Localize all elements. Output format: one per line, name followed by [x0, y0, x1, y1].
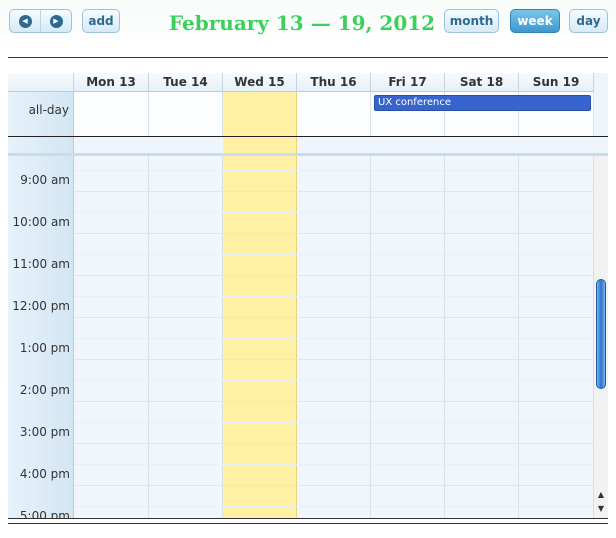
half-hour-line [74, 170, 594, 171]
event-ux-conference[interactable]: UX conference [374, 95, 591, 111]
time-label: 11:00 am [12, 257, 70, 271]
all-day-cell[interactable] [297, 92, 371, 136]
vertical-scrollbar[interactable]: ▲ ▼ [593, 156, 608, 518]
half-hour-line [74, 296, 594, 297]
time-label: 2:00 pm [19, 383, 70, 397]
scrollbar-thumb[interactable] [596, 279, 606, 389]
half-hour-line [74, 212, 594, 213]
divider-top [8, 57, 608, 58]
hour-line [74, 485, 594, 486]
time-label: 10:00 am [12, 215, 70, 229]
all-day-label: all-day [28, 103, 69, 117]
scroll-up-icon[interactable]: ▲ [594, 488, 608, 502]
day-view-button[interactable]: day [569, 9, 608, 33]
all-day-cell-today[interactable] [223, 92, 297, 136]
divider-bottom-2 [8, 523, 608, 524]
day-header: Mon 13 [74, 73, 149, 92]
day-header: Wed 15 [223, 73, 297, 92]
time-label: 5:00 pm [19, 509, 70, 518]
month-view-button[interactable]: month [444, 9, 499, 33]
week-view-button[interactable]: week [510, 9, 560, 33]
hour-line [74, 233, 594, 234]
half-hour-line [74, 338, 594, 339]
day-header: Thu 16 [297, 73, 371, 92]
hour-line [74, 275, 594, 276]
day-header: Sat 18 [445, 73, 519, 92]
prev-arrow-icon: ◀ [18, 14, 32, 28]
all-day-cell[interactable] [74, 92, 149, 136]
hour-line [74, 401, 594, 402]
half-hour-line [74, 380, 594, 381]
divider-all-day [8, 136, 608, 137]
time-label: 1:00 pm [19, 341, 70, 355]
half-hour-line [74, 422, 594, 423]
time-axis [8, 156, 74, 518]
hour-line [74, 359, 594, 360]
axis-header [8, 73, 74, 92]
hour-line [74, 443, 594, 444]
date-range-title: February 13 — 19, 2012 [168, 11, 436, 35]
hour-line [74, 191, 594, 192]
day-header: Tue 14 [149, 73, 223, 92]
day-header: Sun 19 [519, 73, 594, 92]
hour-line [74, 317, 594, 318]
time-label: 9:00 am [20, 173, 70, 187]
time-label: 3:00 pm [19, 425, 70, 439]
half-hour-line [74, 506, 594, 507]
prev-week-button[interactable]: ◀ [10, 10, 40, 32]
scroll-down-icon[interactable]: ▼ [594, 502, 608, 516]
spacer-today [223, 137, 297, 154]
next-week-button[interactable]: ▶ [40, 10, 71, 32]
add-button[interactable]: add [82, 9, 120, 33]
half-hour-line [74, 464, 594, 465]
half-hour-line [74, 254, 594, 255]
time-label: 4:00 pm [19, 467, 70, 481]
spacer-axis [8, 137, 74, 154]
next-arrow-icon: ▶ [49, 14, 63, 28]
date-navigation: ◀ ▶ [9, 9, 72, 33]
time-label: 12:00 pm [12, 299, 70, 313]
all-day-cell[interactable] [149, 92, 223, 136]
divider-bottom-1 [8, 518, 608, 519]
day-header: Fri 17 [371, 73, 445, 92]
